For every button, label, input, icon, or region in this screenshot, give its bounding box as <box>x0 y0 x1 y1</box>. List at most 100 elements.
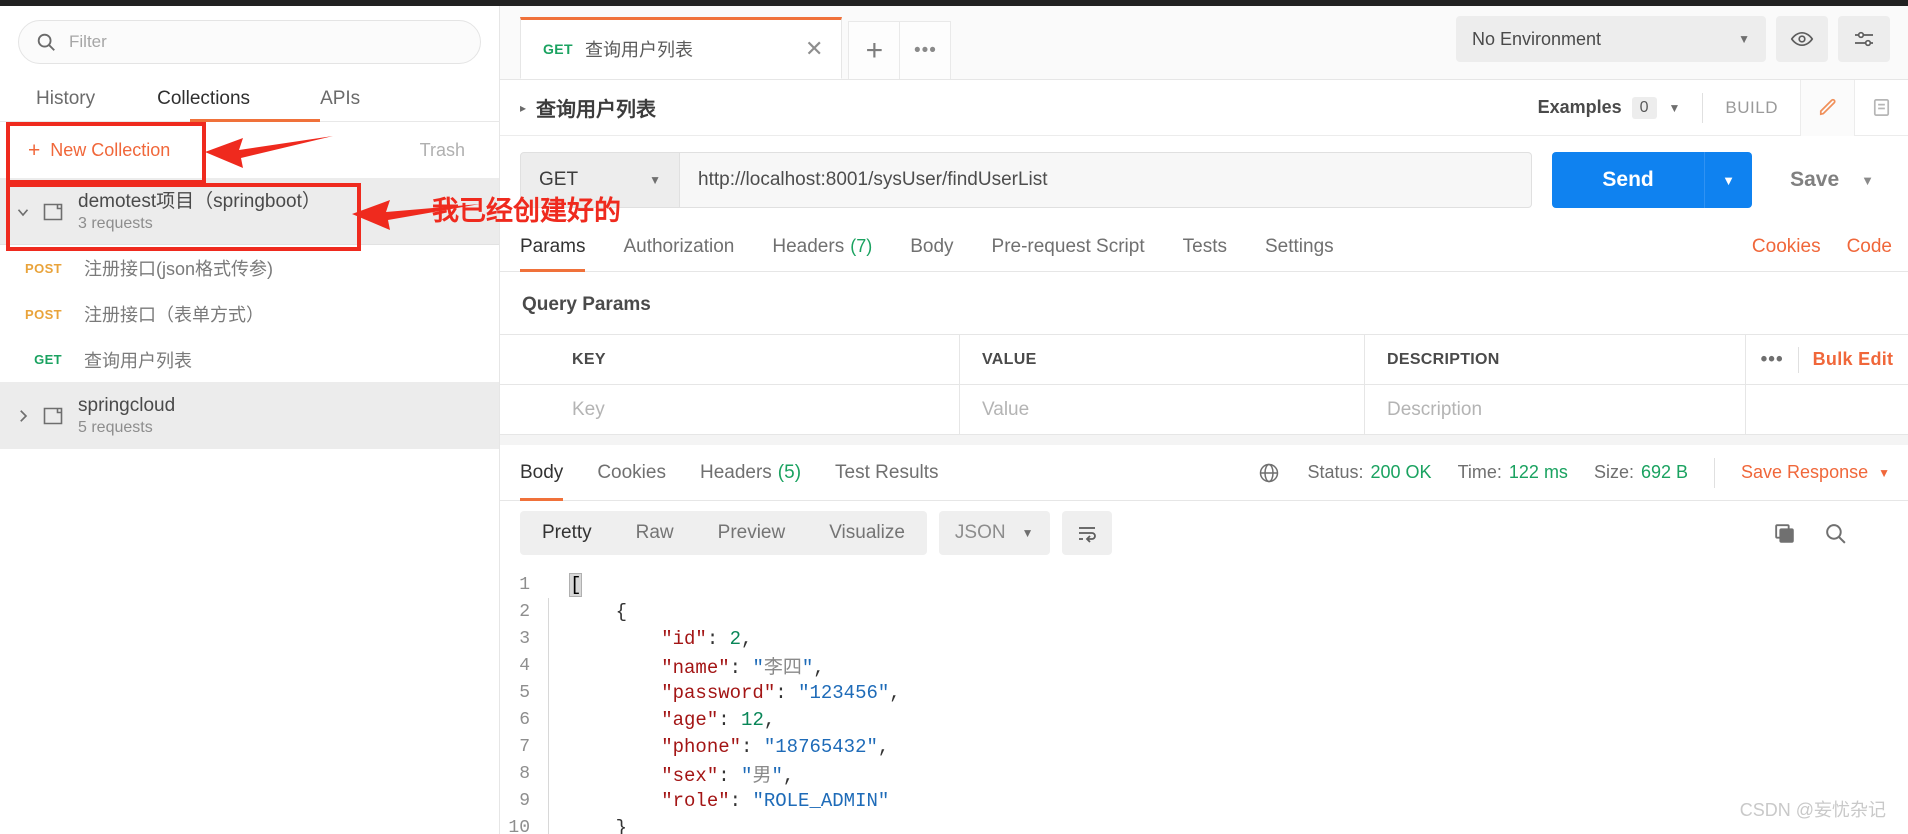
tab-pre-request-script[interactable]: Pre-request Script <box>992 222 1145 272</box>
divider <box>1714 457 1716 488</box>
save-options-caret[interactable]: ▼ <box>1857 152 1888 208</box>
pencil-icon[interactable] <box>1800 79 1854 136</box>
request-tab-open[interactable]: GET 查询用户列表 ✕ <box>520 17 843 79</box>
code-text: "sex": "男", <box>661 765 795 787</box>
code-line: 9 "role": "ROLE_ADMIN" <box>500 787 1908 814</box>
send-options-caret[interactable]: ▼ <box>1704 152 1753 208</box>
watermark: CSDN @妄忧杂记 <box>1739 800 1886 820</box>
sidebar-tabs: History Collections APIs <box>0 74 500 122</box>
collection-text: demotest项目（springboot） 3 requests <box>78 190 321 234</box>
word-wrap-icon[interactable] <box>1061 511 1112 555</box>
environment-selector[interactable]: No Environment ▼ <box>1456 16 1766 62</box>
trash-button[interactable]: Trash <box>420 140 465 161</box>
sliders-icon[interactable] <box>1838 16 1890 62</box>
response-tab-test-results[interactable]: Test Results <box>835 445 938 501</box>
line-number: 8 <box>519 763 530 784</box>
chevron-down-icon[interactable] <box>10 203 36 221</box>
line-number: 6 <box>519 709 530 730</box>
description-input[interactable]: Description <box>1365 384 1746 435</box>
send-button[interactable]: Send <box>1552 152 1705 208</box>
list-item[interactable]: POST 注册接口（表单方式） <box>0 291 499 337</box>
view-mode-visualize[interactable]: Visualize <box>807 522 927 544</box>
code-line: 10 } <box>500 814 1908 834</box>
code-line: 4 "name": "李四", <box>500 652 1908 679</box>
code-link[interactable]: Code <box>1847 236 1892 258</box>
new-tab-button[interactable]: + <box>848 21 901 79</box>
http-method-select[interactable]: GET ▼ <box>520 152 680 208</box>
examples-label: Examples <box>1537 97 1622 117</box>
tab-more-button[interactable]: ••• <box>899 21 952 79</box>
tab-settings[interactable]: Settings <box>1265 222 1334 272</box>
tab-headers[interactable]: Headers (7) <box>772 222 872 272</box>
chevron-right-icon[interactable]: ▸ <box>520 101 526 115</box>
tab-authorization[interactable]: Authorization <box>623 222 734 272</box>
collection-text: springcloud 5 requests <box>78 394 175 438</box>
code-line: 8 "sex": "男", <box>500 760 1908 787</box>
copy-icon[interactable] <box>1772 521 1797 546</box>
search-input[interactable] <box>69 32 464 52</box>
close-icon[interactable]: ✕ <box>805 38 823 60</box>
response-format-select[interactable]: JSON ▼ <box>938 511 1050 555</box>
chevron-down-icon[interactable]: ▼ <box>1878 466 1890 480</box>
view-mode-pretty[interactable]: Pretty <box>520 522 614 544</box>
code-text: "age": 12, <box>661 708 776 731</box>
collection-item-springcloud[interactable]: springcloud 5 requests <box>0 383 499 449</box>
comment-icon[interactable] <box>1854 79 1908 136</box>
code-gutter <box>548 706 558 733</box>
response-tab-headers[interactable]: Headers (5) <box>700 445 801 501</box>
status-label: Status: <box>1307 462 1364 482</box>
tab-params[interactable]: Params <box>520 222 586 272</box>
save-button[interactable]: Save <box>1772 152 1857 208</box>
sidebar-tab-collections[interactable]: Collections <box>157 88 250 122</box>
new-collection-row: + New Collection Trash <box>0 122 499 179</box>
status-badge: 200 OK <box>1370 462 1432 482</box>
sidebar-tab-history[interactable]: History <box>36 88 95 122</box>
divider <box>1702 92 1704 123</box>
response-viewer-toolbar: Pretty Raw Preview Visualize JSON ▼ <box>500 501 1908 565</box>
list-item[interactable]: POST 注册接口(json格式传参) <box>0 245 499 291</box>
code-text: "phone": "18765432", <box>661 735 890 758</box>
tab-label: Headers <box>772 235 845 257</box>
response-meta: Status: 200 OK Time: 122 ms Size: 692 B … <box>1251 457 1908 488</box>
url-input[interactable]: http://localhost:8001/sysUser/findUserLi… <box>680 152 1533 208</box>
code-text: } <box>570 816 628 834</box>
bulk-edit-button[interactable]: Bulk Edit <box>1813 349 1894 370</box>
tab-tests[interactable]: Tests <box>1183 222 1227 272</box>
response-body-code[interactable]: 1[2 {3 "id": 2, 4 "name": "李四", 5 "passwor… <box>500 565 1908 834</box>
build-button[interactable]: BUILD <box>1725 98 1778 118</box>
code-lines: 1[2 {3 "id": 2, 4 "name": "李四", 5 "passwor… <box>500 571 1908 834</box>
collection-item-demotest[interactable]: demotest项目（springboot） 3 requests <box>0 179 499 245</box>
chevron-right-icon[interactable] <box>10 407 36 425</box>
search-icon[interactable] <box>1823 521 1848 546</box>
environment-value: No Environment <box>1472 28 1602 49</box>
response-tab-cookies[interactable]: Cookies <box>597 445 666 501</box>
request-method-badge: GET <box>34 352 62 367</box>
list-item[interactable]: GET 查询用户列表 <box>0 337 499 383</box>
table-more-icon[interactable]: ••• <box>1761 349 1784 371</box>
response-tab-body[interactable]: Body <box>520 445 564 501</box>
save-response-button[interactable]: Save Response <box>1741 462 1868 483</box>
main-panel: GET 查询用户列表 ✕ + ••• No Environment ▼ ▸ 查询… <box>500 0 1908 834</box>
view-mode-raw[interactable]: Raw <box>614 522 696 544</box>
code-text: "password": "123456", <box>661 681 901 704</box>
search-filter-box[interactable] <box>18 20 481 64</box>
view-mode-preview[interactable]: Preview <box>696 522 808 544</box>
value-input[interactable]: Value <box>960 384 1365 435</box>
code-text: "role": "ROLE_ADMIN" <box>661 789 890 812</box>
key-input[interactable]: Key <box>550 384 960 435</box>
query-params-title: Query Params <box>522 294 651 315</box>
globe-icon <box>1257 461 1281 485</box>
tab-label: Tests <box>1182 235 1227 257</box>
code-line: 7 "phone": "18765432", <box>500 733 1908 760</box>
cookies-link[interactable]: Cookies <box>1752 236 1821 258</box>
new-collection-button[interactable]: + New Collection <box>28 140 170 161</box>
table-row[interactable]: Key Value Description <box>500 384 1908 435</box>
tab-label: Headers <box>699 461 772 483</box>
page-title: 查询用户列表 <box>536 99 657 121</box>
code-gutter <box>548 652 558 679</box>
tab-body[interactable]: Body <box>910 222 953 272</box>
sidebar-tab-apis[interactable]: APIs <box>320 88 360 122</box>
eye-icon[interactable] <box>1776 16 1828 62</box>
chevron-down-icon[interactable]: ▼ <box>1669 101 1681 115</box>
chevron-down-icon: ▼ <box>649 173 661 187</box>
